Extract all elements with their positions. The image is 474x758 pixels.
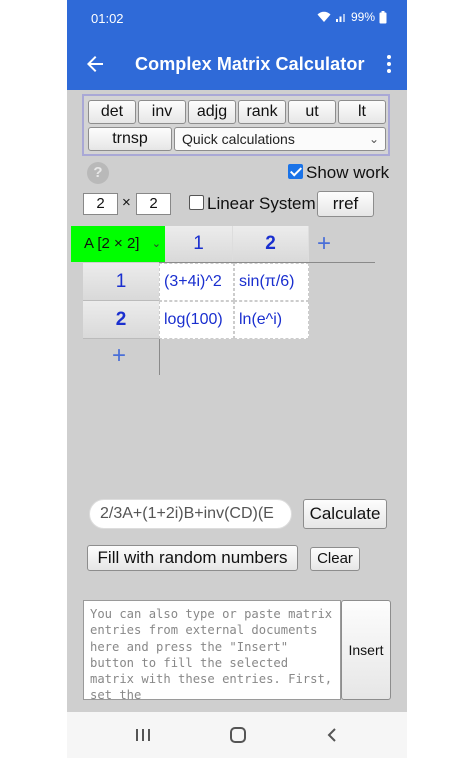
transpose-button[interactable]: trnsp [88, 127, 172, 151]
row-header[interactable]: 2 [83, 301, 159, 339]
app-bar: Complex Matrix Calculator [67, 38, 407, 90]
chevron-down-icon: ⌄ [151, 238, 161, 250]
main-content: det inv adjg rank ut lt trnsp Quick calc… [67, 90, 407, 712]
calculate-button[interactable]: Calculate [303, 499, 387, 529]
chevron-down-icon: ⌄ [368, 132, 379, 146]
battery-percent: 99% [350, 10, 375, 24]
system-nav-bar [67, 712, 407, 758]
recent-apps-icon[interactable] [135, 726, 151, 744]
det-button[interactable]: det [88, 100, 136, 124]
paste-entries-textarea[interactable]: You can also type or paste matrix entrie… [83, 600, 341, 700]
times-sign: × [122, 194, 131, 211]
adjg-button[interactable]: adjg [188, 100, 236, 124]
rref-button[interactable]: rref [317, 191, 374, 217]
wifi-icon [317, 11, 331, 22]
status-time: 01:02 [91, 11, 124, 26]
more-options-icon[interactable] [385, 54, 393, 74]
back-arrow-icon[interactable] [83, 52, 107, 76]
column-header[interactable]: 1 [165, 226, 233, 262]
matrix-cell[interactable]: sin(π/6) [234, 263, 309, 301]
matrix-name: A [2 × 2] [84, 235, 140, 252]
rows-input[interactable]: 2 [83, 193, 118, 215]
inv-button[interactable]: inv [138, 100, 186, 124]
phone-screen: 01:02 99% Complex Matrix Calculator det … [67, 0, 407, 758]
operations-panel: det inv adjg rank ut lt trnsp Quick calc… [82, 94, 390, 156]
show-work-checkbox[interactable] [288, 164, 303, 179]
ut-button[interactable]: ut [288, 100, 336, 124]
matrix-cell[interactable]: (3+4i)^2 [159, 263, 234, 301]
show-work-label: Show work [306, 163, 390, 182]
cols-input[interactable]: 2 [136, 193, 171, 215]
home-icon[interactable] [229, 726, 247, 744]
page-title: Complex Matrix Calculator [135, 54, 365, 74]
back-icon[interactable] [325, 726, 339, 744]
add-column-button[interactable]: + [317, 230, 331, 258]
fill-random-button[interactable]: Fill with random numbers [87, 545, 298, 571]
expression-input[interactable]: 2/3A+(1+2i)B+inv(CD)(E [89, 499, 292, 529]
signal-icon [335, 14, 345, 22]
status-bar: 01:02 99% [67, 0, 407, 38]
clear-button[interactable]: Clear [310, 547, 360, 571]
row-header[interactable]: 1 [83, 263, 159, 301]
linear-system-checkbox[interactable] [189, 195, 204, 210]
status-icons: 99% [317, 10, 387, 24]
rank-button[interactable]: rank [238, 100, 286, 124]
quick-calculations-select[interactable]: Quick calculations ⌄ [174, 127, 386, 151]
help-icon[interactable]: ? [87, 162, 109, 184]
quick-calculations-value: Quick calculations [182, 131, 295, 147]
linear-system-label: Linear System [207, 194, 316, 213]
insert-button[interactable]: Insert [341, 600, 391, 700]
lt-button[interactable]: lt [338, 100, 386, 124]
matrix-selector[interactable]: A [2 × 2] ⌄ [71, 226, 165, 262]
column-header[interactable]: 2 [233, 226, 309, 262]
battery-icon [379, 10, 387, 23]
matrix-cell[interactable]: log(100) [159, 301, 234, 339]
add-row-button[interactable]: + [112, 342, 126, 370]
matrix-cell[interactable]: ln(e^i) [234, 301, 309, 339]
